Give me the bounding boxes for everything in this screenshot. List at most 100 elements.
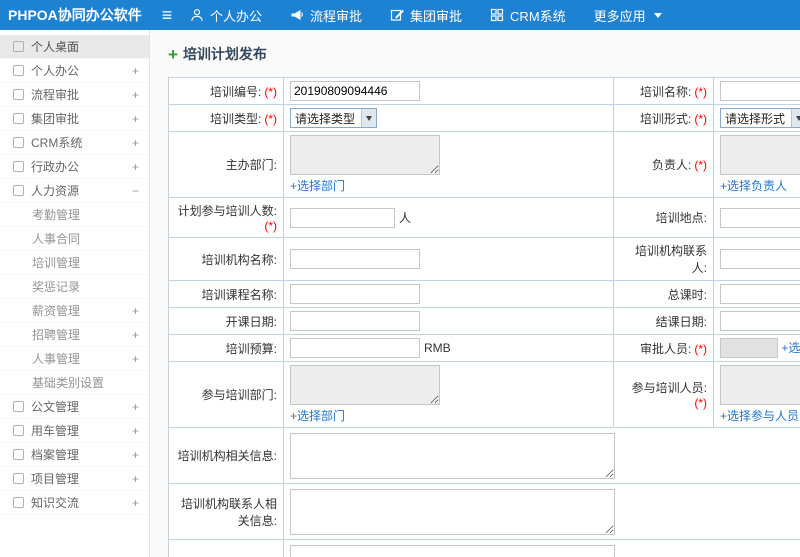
field-label: 主办部门: [168,131,284,198]
page-title: 培训计划发布 [182,46,267,62]
field-label: 培训机构名称: [168,237,284,281]
sidebar-item-archive-mgmt[interactable]: 档案管理 + [0,443,149,467]
nav-label: 集团审批 [410,8,463,24]
expand-marker: + [131,495,139,510]
org-info-textarea[interactable] [290,432,615,479]
field-label: 开课日期: [168,307,284,335]
project-icon [13,473,24,484]
sidebar-item-base-category[interactable]: 基础类别设置 [0,371,149,395]
budget-input[interactable] [290,338,420,358]
sidebar-item-personal-office[interactable]: 个人办公 + [0,59,149,83]
planned-count-input[interactable] [290,207,395,228]
sidebar-item-label: 行政办公 [31,160,80,174]
sidebar-item-label: 奖惩记录 [32,280,81,294]
sidebar-item-reward-record[interactable]: 奖惩记录 [0,275,149,299]
edit-square-icon [390,8,404,22]
sidebar-item-label: 集团审批 [31,112,80,126]
building-icon [13,161,24,172]
sidebar-item-hr-contract[interactable]: 人事合同 [0,227,149,251]
menu-toggle-button[interactable]: ≡ [150,0,184,30]
sidebar-item-hr[interactable]: 人力资源 − [0,179,149,203]
join-staff-textarea[interactable] [720,365,800,405]
join-dept-textarea[interactable] [290,365,440,405]
expand-marker: + [131,471,139,486]
expand-marker: + [131,87,139,102]
end-date-input[interactable] [720,311,800,331]
training-name-input[interactable] [720,81,800,101]
required-marker: (*) [694,84,707,99]
sidebar-item-label: 人事管理 [32,352,81,366]
training-no-input[interactable] [290,81,420,101]
sidebar-item-process-approval[interactable]: 流程审批 + [0,83,149,107]
hamburger-icon: ≡ [161,5,173,25]
sidebar-item-crm[interactable]: CRM系统 + [0,131,149,155]
sidebar-item-project-mgmt[interactable]: 项目管理 + [0,467,149,491]
sidebar-item-personnel-mgmt[interactable]: 人事管理 + [0,347,149,371]
sidebar-item-label: 人事合同 [32,232,81,246]
sidebar-item-label: 档案管理 [31,448,80,462]
currency-label: RMB [424,341,451,355]
select-leader-link[interactable]: +选择负责人 [720,179,787,193]
sidebar-item-attendance[interactable]: 考勤管理 [0,203,149,227]
required-marker: (*) [694,158,707,172]
grid-icon [13,137,24,148]
sidebar-item-vehicle-mgmt[interactable]: 用车管理 + [0,419,149,443]
caret-down-icon [653,12,662,18]
sidebar-item-document-mgmt[interactable]: 公文管理 + [0,395,149,419]
host-dept-textarea[interactable] [290,135,440,175]
person-icon [190,8,204,22]
expand-marker: + [131,399,139,414]
nav-label: CRM系统 [510,8,566,24]
start-date-input[interactable] [290,311,420,331]
required-marker: (*) [264,111,277,126]
sidebar-item-group-approval[interactable]: 集团审批 + [0,107,149,131]
training-form-select[interactable]: 请选择形式 [720,108,800,128]
sidebar-item-label: 培训管理 [32,256,81,270]
field-label: 培训形式: (*) [613,104,714,132]
training-type-select[interactable]: 请选择类型 [290,108,378,128]
nav-label: 流程审批 [310,8,363,24]
select-dept-link[interactable]: +选择部门 [290,409,345,423]
main-content: + 培训计划发布 培训编号:(*) 培训名称:(*) 培训类型:(*) 请选择类… [150,30,800,557]
nav-process-approval[interactable]: 流程审批 [290,6,362,25]
required-marker: (*) [694,341,707,356]
nav-label: 个人办公 [210,8,263,24]
approver-input[interactable] [720,338,778,358]
sidebar-item-knowledge[interactable]: 知识交流 + [0,491,149,515]
select-dept-link[interactable]: +选择部门 [290,179,345,193]
requirement-textarea[interactable] [290,544,615,557]
nav-group-approval[interactable]: 集团审批 [390,6,462,25]
sidebar-item-salary-mgmt[interactable]: 薪资管理 + [0,299,149,323]
org-contact-info-textarea[interactable] [290,488,615,535]
sidebar-item-label: 个人桌面 [31,40,80,54]
leader-textarea[interactable] [720,135,800,175]
sidebar-item-recruit-mgmt[interactable]: 招聘管理 + [0,323,149,347]
select-participants-link[interactable]: +选择参与人员 [720,409,799,423]
org-contact-input[interactable] [720,249,800,269]
topbar: PHPOA协同办公软件 ≡ 个人办公 流程审批 集团审批 CRM系统 更多应用 [0,0,800,30]
select-approver-link[interactable]: +选择审批人员 [781,341,800,355]
nav-more-apps[interactable]: 更多应用 [594,6,662,25]
sidebar-item-label: 薪资管理 [32,304,81,318]
expand-marker: + [131,447,139,462]
car-icon [13,425,24,436]
nav-crm-system[interactable]: CRM系统 [490,6,566,25]
add-icon: + [168,44,178,64]
field-label: 培训机构相关信息: [168,427,284,484]
expand-marker: + [131,351,139,366]
sidebar-item-admin-office[interactable]: 行政办公 + [0,155,149,179]
field-label: 培训机构联系人相关信息: [168,483,284,540]
total-hours-input[interactable] [720,284,800,304]
sidebar-item-personal-desktop[interactable]: 个人桌面 [0,35,149,59]
course-name-input[interactable] [290,284,420,304]
grid-icon [490,8,504,22]
app-title: PHPOA协同办公软件 [8,7,142,23]
field-label: 培训课程名称: [168,280,284,308]
sidebar-item-training-mgmt[interactable]: 培训管理 [0,251,149,275]
required-marker: (*) [694,396,707,410]
nav-personal-office[interactable]: 个人办公 [190,6,262,25]
location-input[interactable] [720,207,800,228]
required-marker: (*) [264,84,277,99]
field-label: 培训类型: (*) [168,104,284,132]
org-name-input[interactable] [290,249,420,269]
